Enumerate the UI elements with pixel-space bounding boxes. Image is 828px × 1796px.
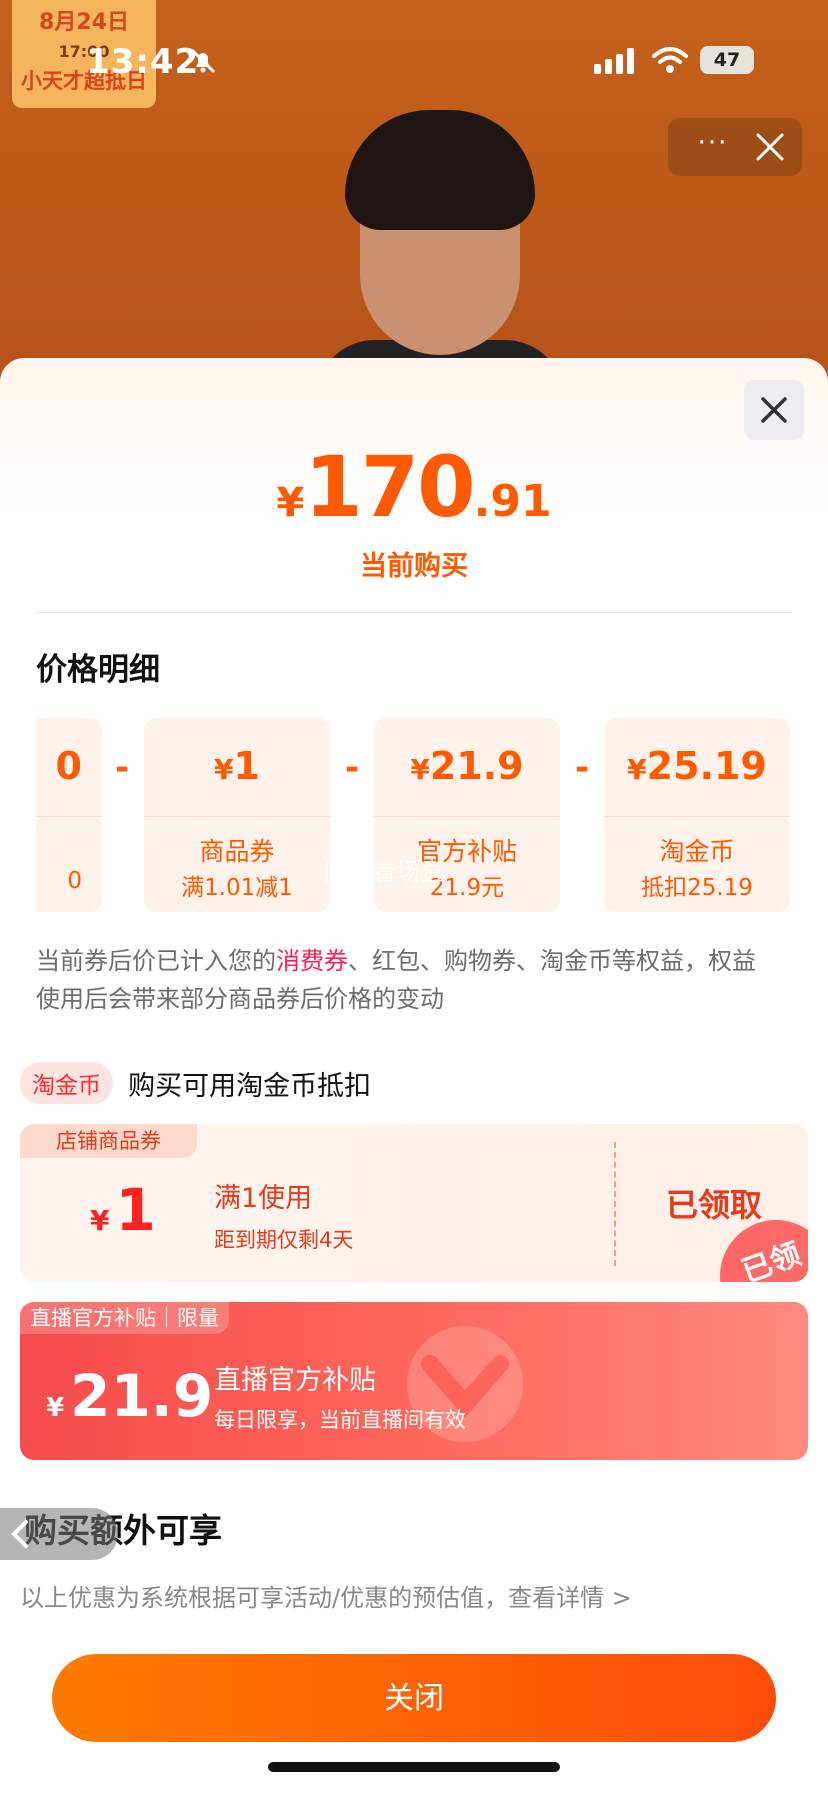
price-card-amount: ¥1: [214, 744, 260, 788]
close-icon: [761, 397, 787, 423]
shop-coupon-expire: 距到期仅剩4天: [214, 1228, 354, 1252]
price-currency: ¥: [276, 480, 305, 526]
price-card-desc: 满1.01减1: [181, 875, 293, 901]
minus-operator: -: [574, 748, 590, 788]
price-card-amount: ¥21.9: [410, 744, 524, 788]
taojinbi-text: 购买可用淘金币抵扣: [128, 1070, 372, 1102]
battery-indicator: 47: [700, 46, 754, 74]
shop-coupon-condition: 满1使用: [214, 1183, 313, 1214]
taojinbi-row: 淘金币 购买可用淘金币抵扣: [20, 1062, 372, 1104]
price-integer: 170: [304, 438, 475, 536]
price-card-name: 淘金币: [659, 837, 735, 866]
price-card-base: 0 0: [36, 718, 102, 912]
price-card-name: 商品券: [199, 837, 275, 866]
bell-muted-icon: [190, 48, 216, 74]
live-subsidy-card[interactable]: 直播官方补贴｜限量 ¥21.9 直播官方补贴 每日限享，当前直播间有效: [20, 1302, 808, 1460]
divider: [36, 612, 792, 613]
consumer-coupon-link[interactable]: 消费券: [276, 947, 348, 975]
chevron-left-icon: [11, 1520, 28, 1548]
price-card-desc: 抵扣25.19: [641, 875, 753, 901]
watermark: 陪我看场直: [324, 858, 444, 886]
price-card-shop-coupon: ¥1 商品券 满1.01减1: [144, 718, 330, 912]
shop-coupon-tag: 店铺商品券: [20, 1124, 197, 1158]
live-subsidy-amount: ¥21.9: [46, 1362, 214, 1430]
price-breakdown-cards[interactable]: 0 0 - ¥1 商品券 满1.01减1 - ¥21.9 官方补贴 21.9元 …: [36, 718, 792, 918]
disclaimer-link[interactable]: 以上优惠为系统根据可享活动/优惠的预估值，查看详情 >: [20, 1578, 632, 1613]
minus-operator: -: [114, 748, 130, 788]
home-indicator: [268, 1762, 560, 1772]
more-icon[interactable]: ···: [688, 128, 738, 166]
section-title-price-detail: 价格明细: [36, 652, 160, 688]
live-subsidy-tag: 直播官方补贴｜限量: [20, 1302, 229, 1334]
status-time: 13:42: [86, 42, 200, 82]
close-button[interactable]: 关闭: [52, 1654, 776, 1742]
price-card-taojinbi: ¥25.19 淘金币 抵扣25.19: [604, 718, 790, 912]
stream-close-icon[interactable]: [750, 128, 790, 166]
minus-operator: -: [344, 748, 360, 788]
sheet-close-button[interactable]: [744, 380, 804, 440]
live-subsidy-subtitle: 每日限享，当前直播间有效: [214, 1408, 466, 1432]
cellular-signal-icon: [594, 48, 634, 74]
streamer-video: [315, 110, 565, 380]
live-subsidy-title: 直播官方补贴: [214, 1365, 376, 1396]
price-card-desc: 0: [67, 868, 82, 894]
wifi-icon: [652, 47, 688, 73]
coupon-divider: [614, 1142, 616, 1266]
current-price: ¥170.91: [0, 438, 828, 536]
price-detail-sheet: ¥170.91 当前购买 价格明细 0 0 - ¥1 商品券 满1.01减1 -…: [0, 358, 828, 1796]
shop-coupon-card[interactable]: 店铺商品券 ¥1 满1使用 距到期仅剩4天 已领取 已领: [20, 1124, 808, 1282]
shop-coupon-status: 已领取: [666, 1186, 763, 1224]
status-bar: 13:42 47: [0, 0, 828, 120]
back-button[interactable]: [0, 1508, 118, 1560]
stream-controls: ···: [668, 118, 802, 176]
taojinbi-tag: 淘金币: [20, 1062, 113, 1104]
price-card-amount: 0: [55, 744, 82, 788]
price-note: 当前券后价已计入您的消费券、红包、购物券、淘金币等权益，权益使用后会带来部分商品…: [36, 947, 756, 1013]
price-decimal: .91: [473, 476, 552, 527]
shop-coupon-amount: ¥1: [90, 1176, 156, 1244]
price-label: 当前购买: [360, 551, 468, 582]
price-card-amount: ¥25.19: [627, 744, 767, 788]
